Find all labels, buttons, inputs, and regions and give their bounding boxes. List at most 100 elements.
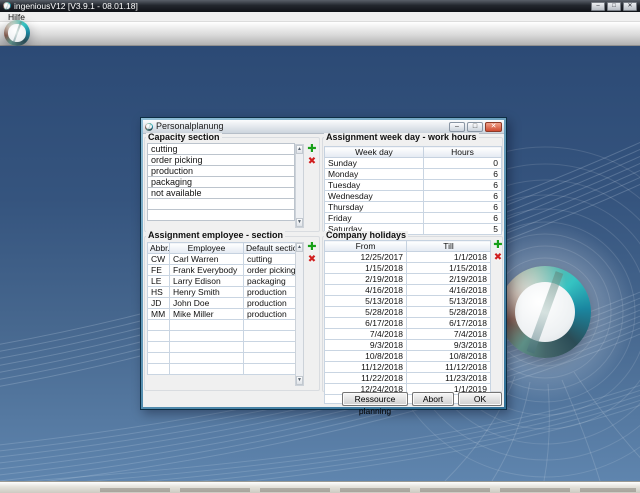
section-cell[interactable]: order picking (243, 264, 296, 276)
abbr-cell[interactable] (147, 319, 170, 331)
from-date-cell[interactable]: 9/3/2018 (324, 339, 407, 351)
from-date-cell[interactable]: 2/19/2018 (324, 273, 407, 285)
from-date-cell[interactable]: 1/15/2018 (324, 262, 407, 274)
abbr-cell[interactable]: CW (147, 253, 170, 265)
employee-delete-icon[interactable]: ✖ (306, 254, 318, 266)
from-date-cell[interactable]: 7/4/2018 (324, 328, 407, 340)
employee-cell[interactable]: Frank Everybody (169, 264, 244, 276)
holiday-row: 10/8/2018 10/8/2018 (324, 350, 491, 362)
ressource-planning-button[interactable]: Ressource planning (342, 392, 408, 416)
week-hours-table: Week day Hours Sunday 0 Monday 6 Tuesday … (324, 146, 502, 235)
holidays-label: Company holidays (324, 230, 409, 240)
till-date-cell[interactable]: 11/23/2018 (406, 372, 491, 384)
dialog-maximize-button[interactable]: □ (467, 121, 483, 132)
hours-cell[interactable]: 6 (423, 201, 502, 213)
employee-cell[interactable] (169, 319, 244, 331)
scroll-up-icon[interactable]: ▲ (296, 243, 303, 252)
from-date-cell[interactable]: 11/22/2018 (324, 372, 407, 384)
holiday-add-icon[interactable]: ✚ (492, 239, 504, 251)
from-date-cell[interactable]: 10/8/2018 (324, 350, 407, 362)
till-date-cell[interactable]: 5/13/2018 (406, 295, 491, 307)
employee-cell[interactable] (169, 352, 244, 364)
weekday-cell[interactable]: Thursday (324, 201, 424, 213)
section-cell[interactable] (243, 330, 296, 342)
employee-cell[interactable]: Henry Smith (169, 286, 244, 298)
dialog-close-button[interactable]: ✕ (485, 121, 502, 132)
section-cell[interactable]: packaging (243, 275, 296, 287)
till-date-cell[interactable]: 7/4/2018 (406, 328, 491, 340)
weekday-cell[interactable]: Sunday (324, 157, 424, 169)
weekday-cell[interactable]: Monday (324, 168, 424, 180)
scroll-down-icon[interactable]: ▼ (296, 218, 303, 227)
hours-cell[interactable]: 5 (423, 223, 502, 235)
hours-cell[interactable]: 6 (423, 212, 502, 224)
section-cell[interactable] (243, 363, 296, 375)
till-date-cell[interactable]: 1/1/2018 (406, 251, 491, 263)
weekday-cell[interactable]: Wednesday (324, 190, 424, 202)
employee-cell[interactable]: Larry Edison (169, 275, 244, 287)
till-date-cell[interactable]: 5/28/2018 (406, 306, 491, 318)
holiday-delete-icon[interactable]: ✖ (492, 252, 504, 264)
from-date-cell[interactable]: 5/28/2018 (324, 306, 407, 318)
abbr-cell[interactable] (147, 330, 170, 342)
hours-cell[interactable]: 6 (423, 168, 502, 180)
capacity-delete-icon[interactable]: ✖ (306, 156, 318, 168)
abbr-cell[interactable] (147, 341, 170, 353)
till-date-cell[interactable]: 10/8/2018 (406, 350, 491, 362)
from-date-cell[interactable]: 5/13/2018 (324, 295, 407, 307)
capacity-add-icon[interactable]: ✚ (306, 143, 318, 155)
dialog-minimize-button[interactable]: – (449, 121, 465, 132)
scroll-up-icon[interactable]: ▲ (296, 145, 303, 154)
abbr-cell[interactable]: MM (147, 308, 170, 320)
scroll-down-icon[interactable]: ▼ (296, 376, 303, 385)
till-date-cell[interactable]: 9/3/2018 (406, 339, 491, 351)
capacity-scrollbar[interactable]: ▲ ▼ (295, 144, 304, 228)
from-date-cell[interactable]: 4/16/2018 (324, 284, 407, 296)
close-button[interactable]: ✕ (623, 1, 637, 11)
employee-row (147, 341, 296, 353)
till-date-cell[interactable]: 1/15/2018 (406, 262, 491, 274)
maximize-button[interactable]: □ (607, 1, 621, 11)
capacity-item[interactable] (147, 209, 295, 221)
section-cell[interactable]: production (243, 286, 296, 298)
employee-cell[interactable] (169, 363, 244, 375)
section-cell[interactable] (243, 352, 296, 364)
employee-cell[interactable]: Carl Warren (169, 253, 244, 265)
employee-add-icon[interactable]: ✚ (306, 241, 318, 253)
abbr-cell[interactable]: LE (147, 275, 170, 287)
till-date-cell[interactable]: 4/16/2018 (406, 284, 491, 296)
section-cell[interactable]: cutting (243, 253, 296, 265)
from-date-cell[interactable]: 11/12/2018 (324, 361, 407, 373)
hours-cell[interactable]: 6 (423, 179, 502, 191)
abort-button[interactable]: Abort (412, 392, 454, 406)
till-date-cell[interactable]: 6/17/2018 (406, 317, 491, 329)
employee-cell[interactable] (169, 330, 244, 342)
week-hours-row: Thursday 6 (324, 201, 502, 213)
employees-scrollbar[interactable]: ▲ ▼ (295, 242, 304, 386)
abbr-cell[interactable] (147, 363, 170, 375)
abbr-cell[interactable]: HS (147, 286, 170, 298)
hours-cell[interactable]: 6 (423, 190, 502, 202)
employee-cell[interactable]: John Doe (169, 297, 244, 309)
abbr-cell[interactable]: FE (147, 264, 170, 276)
employee-cell[interactable]: Mike Miller (169, 308, 244, 320)
hours-cell[interactable]: 0 (423, 157, 502, 169)
employee-cell[interactable] (169, 341, 244, 353)
section-cell[interactable]: production (243, 308, 296, 320)
abbr-cell[interactable] (147, 352, 170, 364)
till-date-cell[interactable]: 11/12/2018 (406, 361, 491, 373)
from-date-cell[interactable]: 12/25/2017 (324, 251, 407, 263)
holiday-row: 5/13/2018 5/13/2018 (324, 295, 491, 307)
from-date-cell[interactable]: 6/17/2018 (324, 317, 407, 329)
weekday-cell[interactable]: Friday (324, 212, 424, 224)
abbr-cell[interactable]: JD (147, 297, 170, 309)
section-cell[interactable] (243, 341, 296, 353)
ok-button[interactable]: OK (458, 392, 502, 406)
minimize-button[interactable]: – (591, 1, 605, 11)
week-hours-row: Sunday 0 (324, 157, 502, 169)
section-cell[interactable]: production (243, 297, 296, 309)
app-titlebar[interactable]: ingeniousV12 [V3.9.1 - 08.01.18] – □ ✕ (0, 0, 640, 12)
section-cell[interactable] (243, 319, 296, 331)
till-date-cell[interactable]: 2/19/2018 (406, 273, 491, 285)
weekday-cell[interactable]: Tuesday (324, 179, 424, 191)
